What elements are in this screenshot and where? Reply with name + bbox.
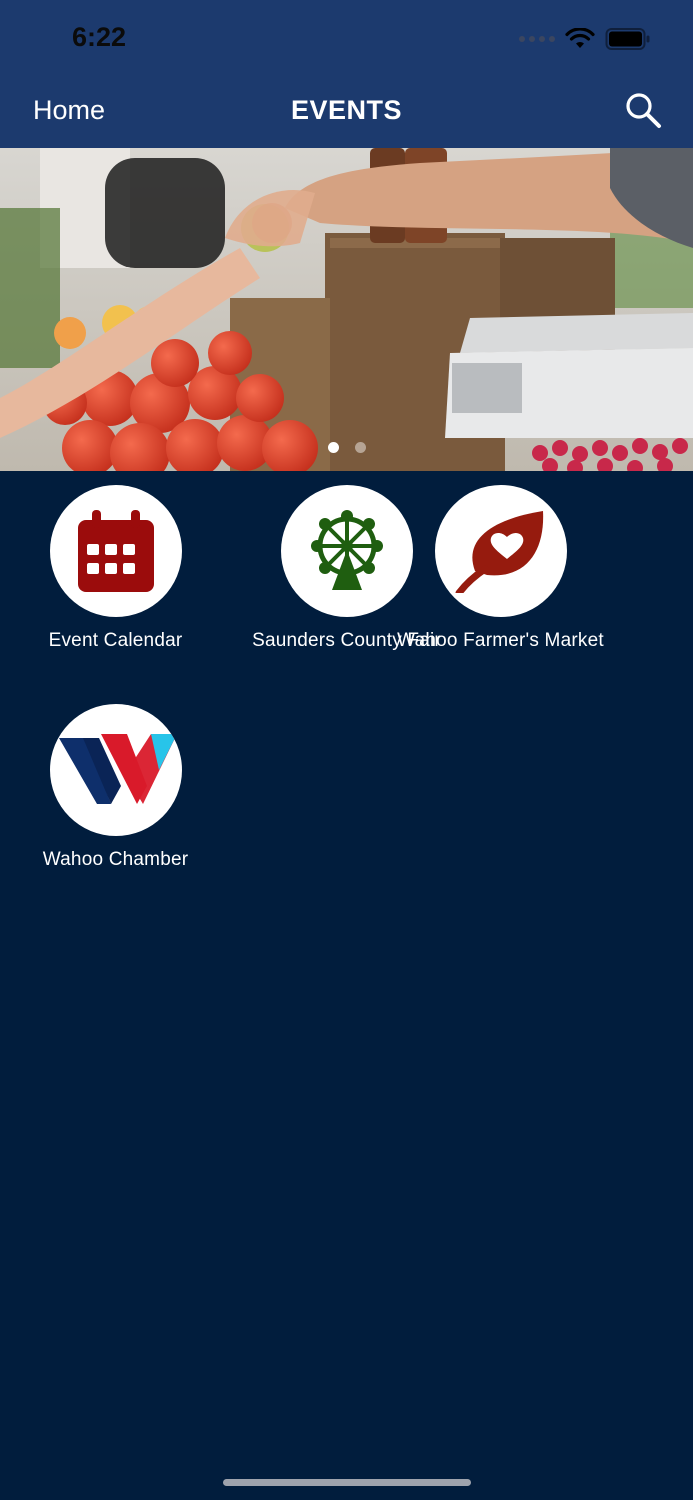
leaf-heart-icon [455, 511, 543, 593]
tile-label: Wahoo Farmer's Market [397, 630, 604, 651]
calendar-icon [77, 510, 154, 592]
wahoo-w-logo [58, 734, 177, 804]
tile-label: Wahoo Chamber [42, 849, 189, 870]
tile-label: Event Calendar [48, 630, 183, 651]
home-indicator[interactable] [223, 1479, 471, 1486]
tile-wahoo-farmers-market[interactable]: Wahoo Farmer's Market [385, 485, 616, 652]
pager-dot[interactable] [354, 442, 366, 453]
tile-wahoo-chamber[interactable]: Wahoo Chamber [0, 704, 231, 871]
wifi-icon [565, 28, 595, 48]
search-icon[interactable] [623, 90, 663, 130]
status-time: 6:22 [72, 22, 127, 52]
battery-icon [605, 28, 650, 50]
top-bar: 6:22 Home EVENTS [0, 0, 693, 148]
carousel-pager[interactable] [0, 442, 693, 453]
events-screen: 6:22 Home EVENTS Event Calendar Saunders… [0, 0, 693, 1500]
market-banner-image [0, 148, 693, 471]
banner-carousel[interactable] [0, 148, 693, 471]
ferris-wheel-icon [310, 510, 383, 590]
status-icons [519, 26, 651, 52]
tile-icon-circle [434, 485, 567, 617]
tile-event-calendar[interactable]: Event Calendar [0, 485, 231, 652]
home-back-button[interactable]: Home [33, 95, 105, 126]
tile-icon-circle [49, 485, 182, 617]
tile-icon-circle [49, 704, 182, 836]
cellular-signal-icon [519, 36, 555, 42]
pager-dot-active[interactable] [327, 442, 339, 453]
